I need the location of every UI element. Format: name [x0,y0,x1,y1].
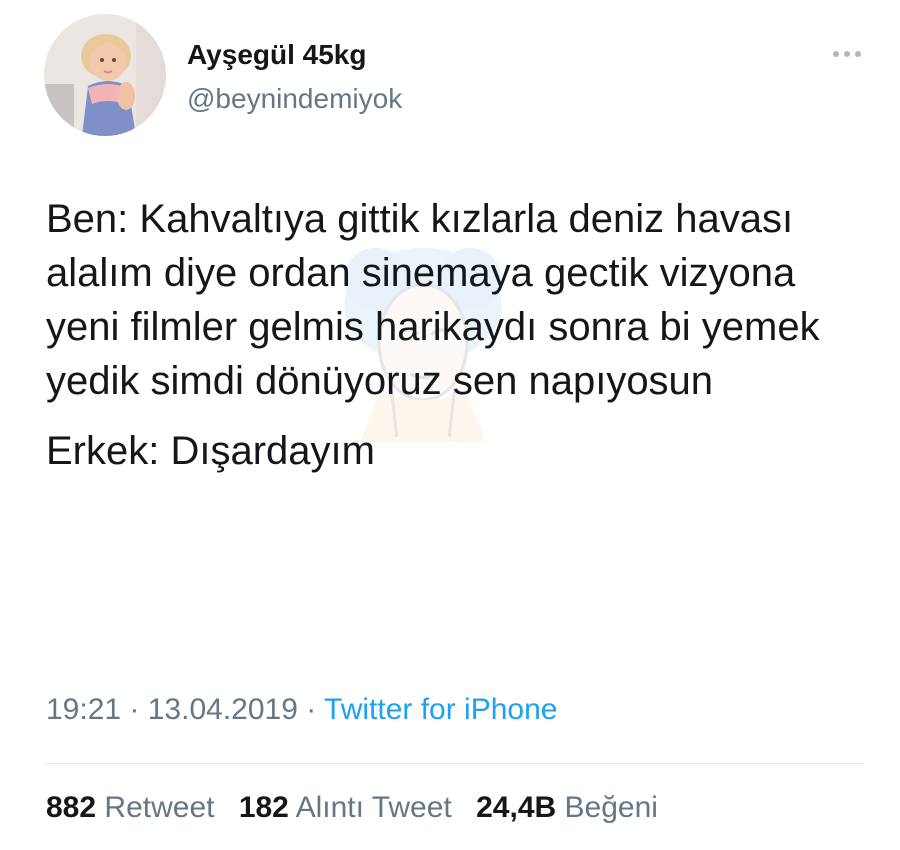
like-label: Beğeni [564,791,658,824]
display-name[interactable]: Ayşegül 45kg [187,38,402,72]
meta-separator: · [121,693,148,726]
tweet-source-link[interactable]: Twitter for iPhone [324,693,557,726]
tweet-text: Ben: Kahvaltıya gittik kızlarla deniz ha… [46,192,866,478]
tweet-meta: 19:21 · 13.04.2019 · Twitter for iPhone [46,692,557,728]
tweet-time[interactable]: 19:21 [46,693,121,726]
retweet-stat[interactable]: 882 Retweet [46,790,214,826]
more-dots-icon [833,51,861,57]
tweet-stats: 882 Retweet 182 Alıntı Tweet 24,4B Beğen… [46,790,674,826]
divider [46,763,864,764]
tweet-paragraph: Ben: Kahvaltıya gittik kızlarla deniz ha… [46,197,820,403]
more-options-button[interactable] [830,46,864,62]
avatar[interactable] [44,14,166,136]
avatar-photo-child [44,14,166,136]
tweet-paragraph: Erkek: Dışardayım [46,429,375,473]
retweet-count: 882 [46,791,97,824]
quote-label: Alıntı Tweet [295,791,452,824]
tweet-date[interactable]: 13.04.2019 [148,693,298,726]
retweet-label: Retweet [104,791,215,824]
quote-count: 182 [238,791,289,824]
like-stat[interactable]: 24,4B Beğeni [476,790,658,826]
user-handle[interactable]: @beynindemiyok [187,82,402,116]
tweet-card: Ayşegül 45kg @beynindemiyok Ben: Kahvalt… [0,0,900,850]
quote-tweet-stat[interactable]: 182 Alıntı Tweet [239,790,452,826]
meta-separator: · [297,693,325,726]
like-count: 24,4B [476,791,557,824]
author-block[interactable]: Ayşegül 45kg @beynindemiyok [187,38,402,116]
